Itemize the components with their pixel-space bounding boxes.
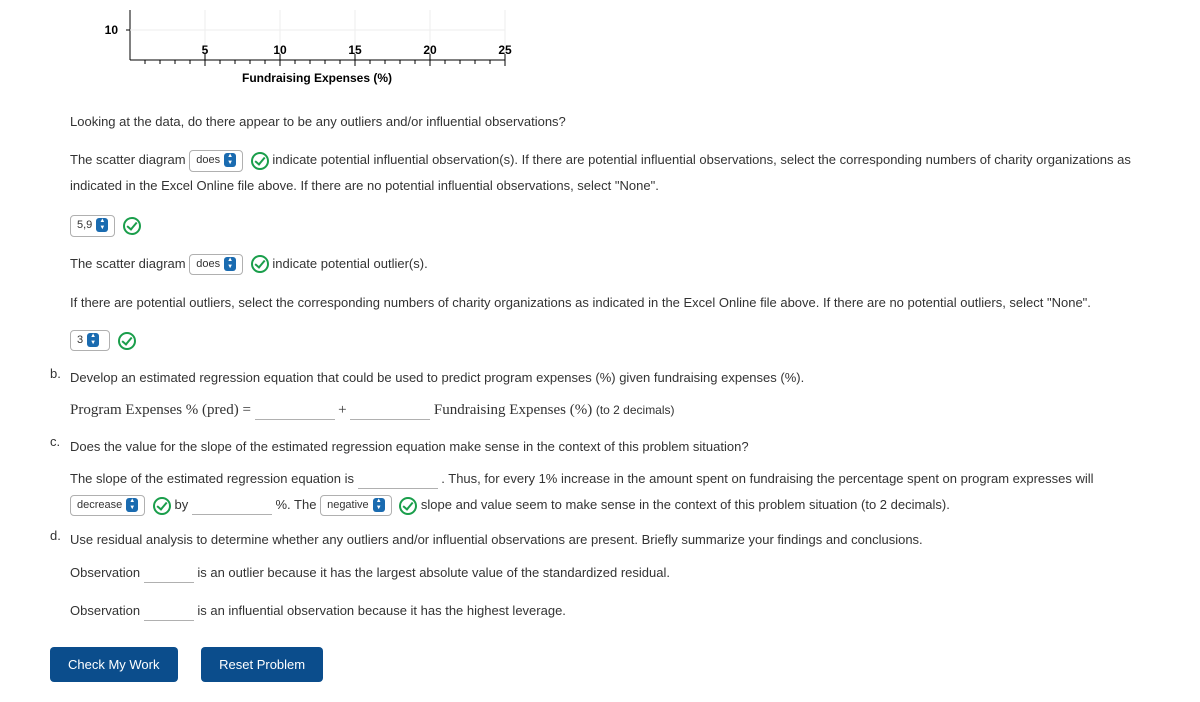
c-l1-post: . Thus, for every 1% increase in the amo… [441, 471, 1093, 486]
check-icon [123, 217, 141, 235]
outlier-extra-text: If there are potential outliers, select … [70, 291, 1170, 314]
part-d-text: Use residual analysis to determine wheth… [70, 528, 1170, 551]
stepper-icon [126, 498, 138, 512]
intro-question: Looking at the data, do there appear to … [70, 110, 1170, 133]
obs-outlier-input[interactable] [144, 563, 194, 583]
slope-input[interactable] [350, 400, 430, 420]
obs1-post: is an outlier because it has the largest… [197, 565, 670, 580]
select-decrease[interactable]: decrease [70, 495, 145, 516]
part-d-marker: d. [50, 528, 70, 622]
outlier-line: The scatter diagram does indicate potent… [70, 251, 1170, 277]
influential-line: The scatter diagram does indicate potent… [70, 147, 1170, 199]
x-tick-10: 10 [273, 43, 287, 57]
select-outlier-numbers[interactable]: 3 [70, 330, 110, 351]
part-c-text: Does the value for the slope of the esti… [70, 434, 1170, 460]
plus-sign: + [338, 402, 346, 418]
text-pre: The scatter diagram [70, 152, 186, 167]
select-value: 5,9 [77, 219, 92, 231]
obs-influential-input[interactable] [144, 601, 194, 621]
chart-axis-fragment: 10 5 10 15 20 25 Fundraising Expenses (%… [100, 10, 520, 90]
influential-answer-row: 5,9 [70, 213, 1170, 236]
x-tick-25: 25 [498, 43, 512, 57]
select-influential-does[interactable]: does [189, 150, 243, 171]
c-pct-the: %. The [276, 497, 317, 512]
y-tick-10: 10 [105, 23, 119, 37]
select-value: 3 [77, 334, 83, 346]
by-amount-input[interactable] [192, 495, 272, 515]
eq-tail: (to 2 decimals) [596, 403, 675, 417]
select-value: decrease [77, 499, 122, 511]
eq-rhs: Fundraising Expenses (%) [434, 402, 592, 418]
reset-problem-button[interactable]: Reset Problem [201, 647, 323, 682]
check-icon [251, 255, 269, 273]
select-value: negative [327, 499, 369, 511]
x-tick-5: 5 [202, 43, 209, 57]
select-negative[interactable]: negative [320, 495, 392, 516]
x-axis-label: Fundraising Expenses (%) [242, 71, 392, 85]
c-l2-post: slope and value seem to make sense in th… [421, 497, 950, 512]
x-tick-15: 15 [348, 43, 362, 57]
part-c: c. Does the value for the slope of the e… [50, 434, 1170, 518]
eq-lhs: Program Expenses % (pred) = [70, 402, 251, 418]
check-icon [153, 497, 171, 515]
intercept-input[interactable] [255, 400, 335, 420]
obs2-label: Observation [70, 603, 140, 618]
stepper-icon [87, 333, 99, 347]
slope-value-input[interactable] [358, 469, 438, 489]
select-value: does [196, 258, 220, 270]
obs1-label: Observation [70, 565, 140, 580]
part-d: d. Use residual analysis to determine wh… [50, 528, 1170, 622]
outlier-answer-row: 3 [70, 328, 1170, 351]
stepper-icon [224, 257, 236, 271]
select-outlier-does[interactable]: does [189, 254, 243, 275]
text-post: indicate potential outlier(s). [272, 256, 427, 271]
stepper-icon [224, 153, 236, 167]
part-b-text: Develop an estimated regression equation… [70, 366, 1170, 389]
action-buttons: Check My Work Reset Problem [50, 647, 1170, 682]
select-influential-numbers[interactable]: 5,9 [70, 215, 115, 236]
part-c-marker: c. [50, 434, 70, 518]
c-by: by [175, 497, 189, 512]
check-icon [399, 497, 417, 515]
check-my-work-button[interactable]: Check My Work [50, 647, 178, 682]
obs2-post: is an influential observation because it… [197, 603, 566, 618]
stepper-icon [373, 498, 385, 512]
select-value: does [196, 154, 220, 166]
text-pre: The scatter diagram [70, 256, 186, 271]
part-b-marker: b. [50, 366, 70, 424]
check-icon [118, 332, 136, 350]
part-b: b. Develop an estimated regression equat… [50, 366, 1170, 424]
check-icon [251, 152, 269, 170]
stepper-icon [96, 218, 108, 232]
c-l1-pre: The slope of the estimated regression eq… [70, 471, 354, 486]
x-tick-20: 20 [423, 43, 437, 57]
